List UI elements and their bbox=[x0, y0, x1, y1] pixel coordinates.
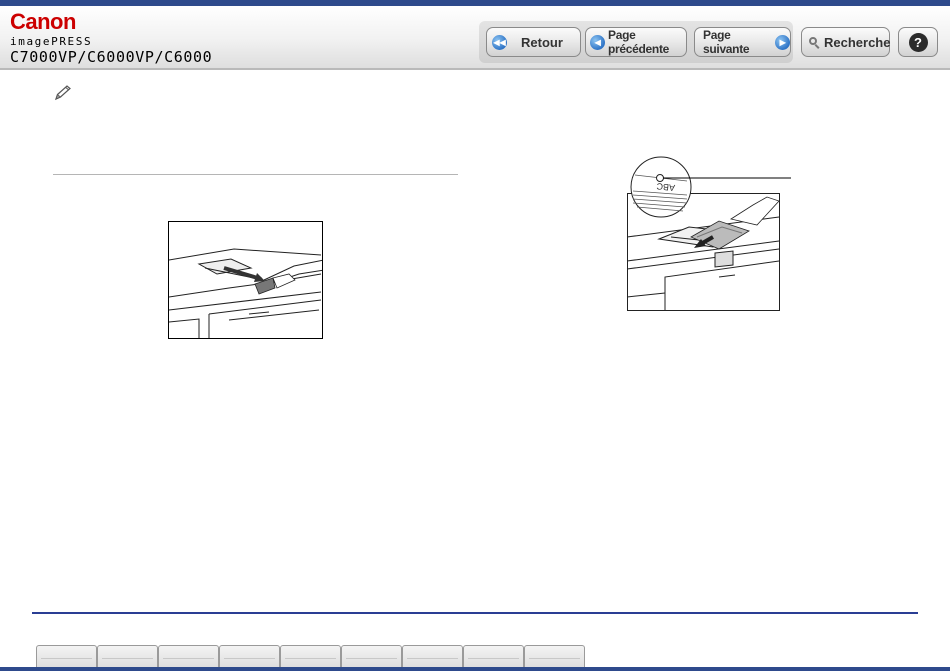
search-button[interactable]: Recherche bbox=[801, 27, 890, 57]
previous-page-button[interactable]: ◀ Page précédente bbox=[585, 27, 687, 57]
right-arrow-icon: ▶ bbox=[775, 34, 790, 50]
next-page-label: Page suivante bbox=[703, 28, 750, 56]
magnifier-icon bbox=[809, 36, 820, 49]
section-divider bbox=[53, 174, 458, 175]
pencil-icon bbox=[55, 85, 71, 101]
callout-text: ABC bbox=[656, 181, 676, 193]
footer-divider bbox=[32, 612, 918, 614]
feeder-illustration-right: ABC bbox=[626, 156, 791, 311]
feeder-drawing bbox=[169, 248, 322, 338]
previous-page-label: Page précédente bbox=[608, 28, 670, 56]
model-name: C7000VP/C6000VP/C6000 bbox=[10, 48, 213, 66]
back-button[interactable]: ◀◀ Retour bbox=[486, 27, 581, 57]
double-left-arrow-icon: ◀◀ bbox=[492, 34, 507, 50]
question-mark-icon: ? bbox=[908, 32, 928, 52]
left-arrow-icon: ◀ bbox=[590, 34, 605, 50]
brand-block: Canon imagePRESS C7000VP/C6000VP/C6000 bbox=[10, 11, 212, 66]
product-name: imagePRESS bbox=[10, 35, 93, 48]
search-button-label: Recherche bbox=[824, 34, 891, 50]
feeder-illustration-left bbox=[168, 221, 323, 339]
back-button-label: Retour bbox=[521, 34, 563, 50]
bottom-accent-bar bbox=[0, 667, 950, 671]
help-button[interactable]: ? bbox=[898, 27, 938, 57]
next-page-button[interactable]: Page suivante ▶ bbox=[694, 27, 791, 57]
canon-logo: Canon bbox=[10, 9, 76, 34]
